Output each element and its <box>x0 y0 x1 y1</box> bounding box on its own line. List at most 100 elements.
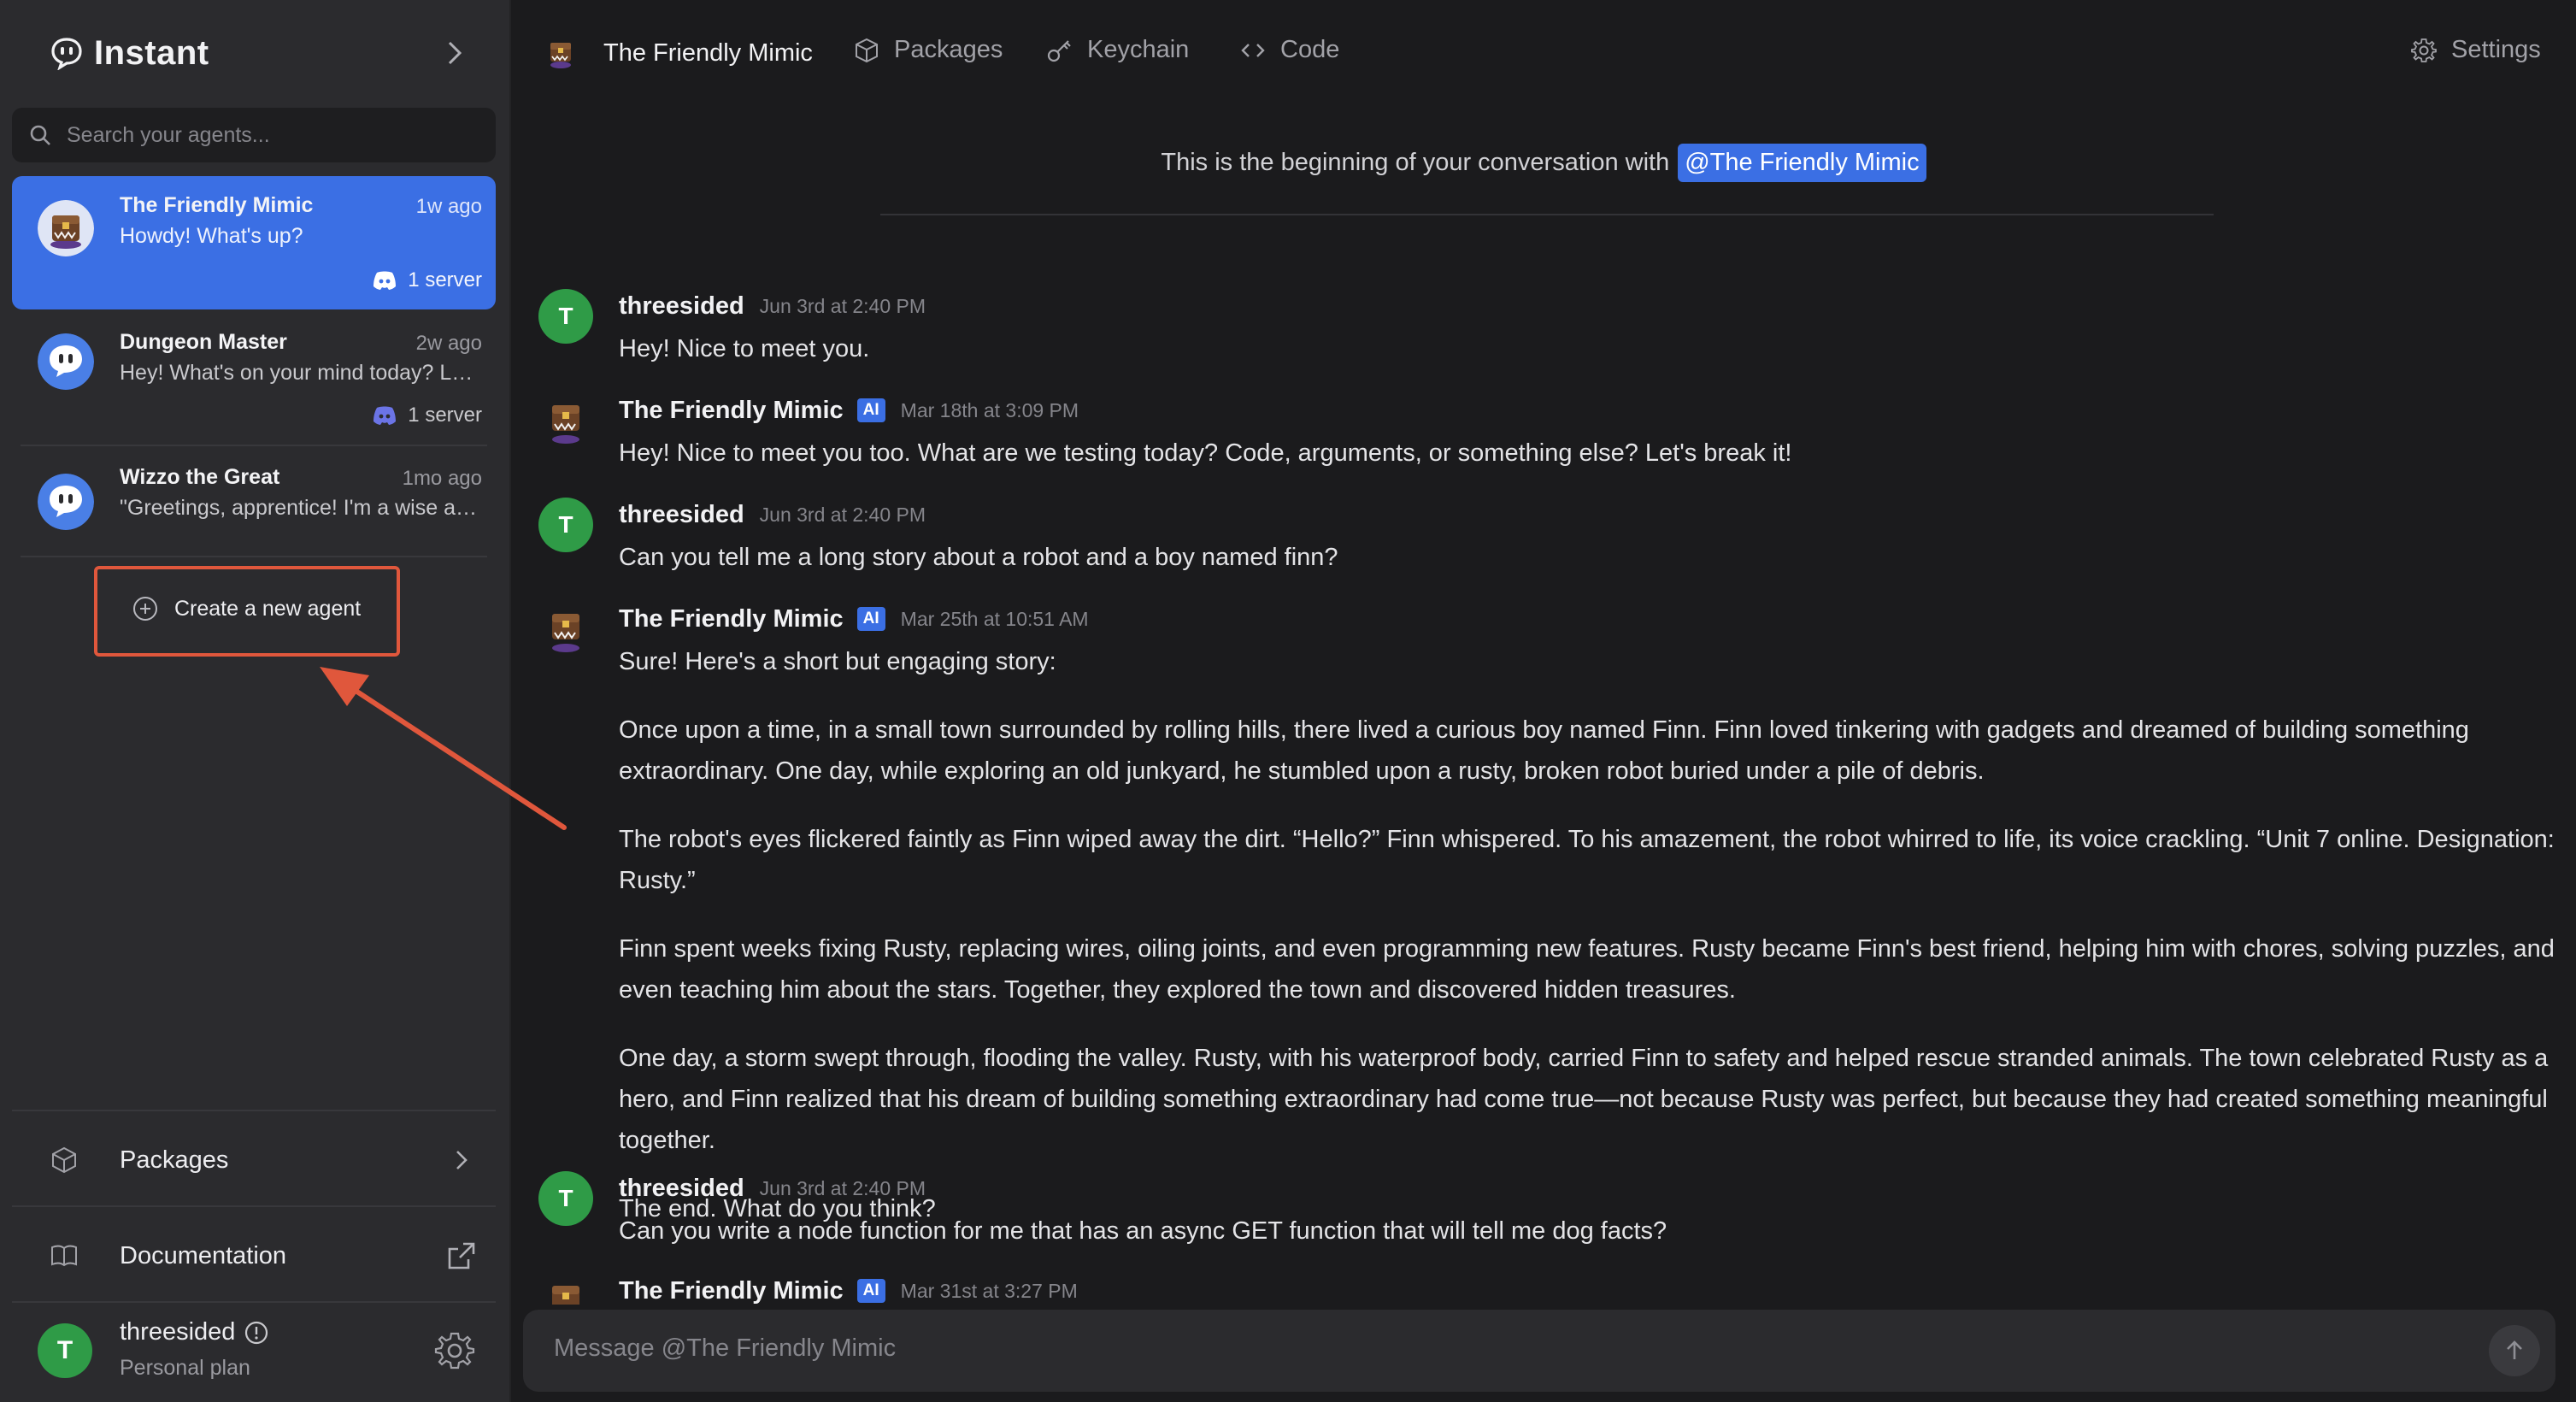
tab-code-label: Code <box>1280 36 1340 63</box>
message-timestamp: Mar 18th at 3:09 PM <box>900 398 1079 421</box>
message-timestamp: Jun 3rd at 2:40 PM <box>759 503 926 526</box>
message-header: The Friendly Mimic AI Mar 25th at 10:51 … <box>619 602 1089 636</box>
server-count: 1 server <box>372 404 482 427</box>
divider <box>12 1110 496 1111</box>
top-nav: The Friendly Mimic Packages Keychain Cod… <box>511 0 2576 106</box>
discord-icon <box>373 271 397 290</box>
ai-badge: AI <box>856 398 885 422</box>
tab-code[interactable]: Code <box>1239 36 1339 64</box>
divider <box>880 214 2214 215</box>
send-button[interactable] <box>2489 1325 2540 1376</box>
agent-list-item[interactable]: The Friendly Mimic 1w ago Howdy! What's … <box>12 176 496 309</box>
message-timestamp: Jun 3rd at 2:40 PM <box>759 294 926 317</box>
mimic-avatar-icon[interactable] <box>538 1274 593 1305</box>
divider <box>12 1301 496 1303</box>
search-icon <box>30 125 50 145</box>
instant-logo-icon <box>51 38 82 70</box>
agent-list-item[interactable]: Dungeon Master 2w ago Hey! What's on you… <box>12 313 496 441</box>
code-icon <box>1241 43 1265 57</box>
message-body: Hey! Nice to meet you too. What are we t… <box>619 433 2559 501</box>
divider <box>12 1205 496 1207</box>
agent-preview: Howdy! What's up? <box>120 224 303 248</box>
agent-name: Dungeon Master <box>120 330 287 354</box>
message-paragraph: Once upon a time, in a small town surrou… <box>619 716 2469 785</box>
message-paragraph: One day, a storm swept through, flooding… <box>619 1045 2549 1154</box>
agent-mention[interactable]: @The Friendly Mimic <box>1678 144 1926 182</box>
discord-icon <box>373 406 397 425</box>
user-avatar[interactable]: T <box>538 1171 593 1226</box>
key-icon <box>1047 39 1071 62</box>
create-agent-button[interactable]: Create a new agent <box>132 595 361 622</box>
message: The Friendly Mimic AI Mar 25th at 10:51 … <box>538 602 2555 1222</box>
sidebar-item-documentation[interactable]: Documentation <box>12 1209 496 1303</box>
message-composer <box>523 1310 2555 1392</box>
sidebar-item-packages[interactable]: Packages <box>12 1113 496 1207</box>
message-header: threesided Jun 3rd at 2:40 PM <box>619 1171 926 1205</box>
agent-name: The Friendly Mimic <box>120 193 314 217</box>
package-icon <box>52 1146 76 1174</box>
sidebar-item-label: Packages <box>120 1146 229 1174</box>
search-input[interactable] <box>65 121 479 149</box>
user-avatar[interactable]: T <box>38 1323 92 1378</box>
message: The Friendly Mimic AI Mar 31st at 3:27 P… <box>538 1274 2555 1305</box>
tab-packages[interactable]: Packages <box>853 36 1003 64</box>
conversation-start: This is the beginning of your conversati… <box>511 144 2576 182</box>
brand[interactable]: Instant <box>50 29 209 77</box>
mimic-avatar-icon <box>38 200 94 256</box>
ai-badge: AI <box>856 1279 885 1303</box>
mimic-avatar-icon[interactable] <box>538 393 593 448</box>
tab-settings-label: Settings <box>2451 36 2541 63</box>
gear-icon <box>2411 38 2437 62</box>
message-timestamp: Mar 25th at 10:51 AM <box>900 607 1089 630</box>
server-count-label: 1 server <box>408 404 482 427</box>
server-count-label: 1 server <box>408 268 482 292</box>
external-link-icon <box>448 1242 475 1269</box>
message-author[interactable]: threesided <box>619 1175 744 1203</box>
chevron-right-icon <box>456 1151 468 1169</box>
create-agent-label: Create a new agent <box>174 596 362 621</box>
agent-timestamp: 1mo ago <box>402 467 482 490</box>
message-text: Hey! Nice to meet you. <box>619 335 870 362</box>
message: T threesided Jun 3rd at 2:40 PM Hey! Nic… <box>538 289 2555 374</box>
message-input[interactable] <box>552 1334 2436 1364</box>
bot-avatar-icon <box>38 474 94 530</box>
agent-timestamp: 2w ago <box>415 332 482 355</box>
message-paragraph: Finn spent weeks fixing Rusty, replacing… <box>619 935 2555 1004</box>
mimic-avatar-icon[interactable] <box>538 602 593 657</box>
message: T threesided Jun 3rd at 2:40 PM Can you … <box>538 498 2555 583</box>
tab-keychain-label: Keychain <box>1087 36 1190 63</box>
chevron-right-icon[interactable] <box>441 38 468 68</box>
message-header: threesided Jun 3rd at 2:40 PM <box>619 498 926 532</box>
user-name[interactable]: threesided <box>120 1318 269 1346</box>
tab-keychain[interactable]: Keychain <box>1046 36 1189 64</box>
user-avatar[interactable]: T <box>538 289 593 344</box>
message-text: Hey! Nice to meet you too. What are we t… <box>619 439 1792 467</box>
info-icon[interactable] <box>244 1320 269 1346</box>
message-text: Can you write a node function for me tha… <box>619 1217 1667 1245</box>
message-paragraph: Sure! Here's a short but engaging story: <box>619 648 1056 675</box>
message-timestamp: Jun 3rd at 2:40 PM <box>759 1176 926 1199</box>
tab-settings[interactable]: Settings <box>2410 36 2541 64</box>
message-header: threesided Jun 3rd at 2:40 PM <box>619 289 926 323</box>
ai-badge: AI <box>856 607 885 631</box>
message-body: Hey! Nice to meet you. <box>619 328 2559 397</box>
agent-preview: Hey! What's on your mind today? Looking … <box>120 361 482 385</box>
agent-name: Wizzo the Great <box>120 465 280 489</box>
agent-search[interactable] <box>12 108 496 162</box>
book-icon <box>51 1245 77 1267</box>
message-author[interactable]: The Friendly Mimic <box>619 1277 844 1305</box>
message-author[interactable]: The Friendly Mimic <box>619 605 844 633</box>
user-plan: Personal plan <box>120 1356 250 1380</box>
gear-icon[interactable] <box>434 1330 475 1371</box>
tab-agent-label: The Friendly Mimic <box>603 38 813 67</box>
agent-list-item[interactable]: Wizzo the Great 1mo ago "Greetings, appr… <box>12 448 496 554</box>
create-agent-highlight: Create a new agent <box>94 566 400 657</box>
user-avatar[interactable]: T <box>538 498 593 552</box>
sidebar-item-label: Documentation <box>120 1241 287 1269</box>
tab-agent[interactable]: The Friendly Mimic <box>544 36 813 70</box>
message-author[interactable]: threesided <box>619 292 744 321</box>
message-author[interactable]: threesided <box>619 501 744 529</box>
message-timestamp: Mar 31st at 3:27 PM <box>900 1279 1078 1302</box>
divider <box>21 445 487 446</box>
message-author[interactable]: The Friendly Mimic <box>619 397 844 425</box>
